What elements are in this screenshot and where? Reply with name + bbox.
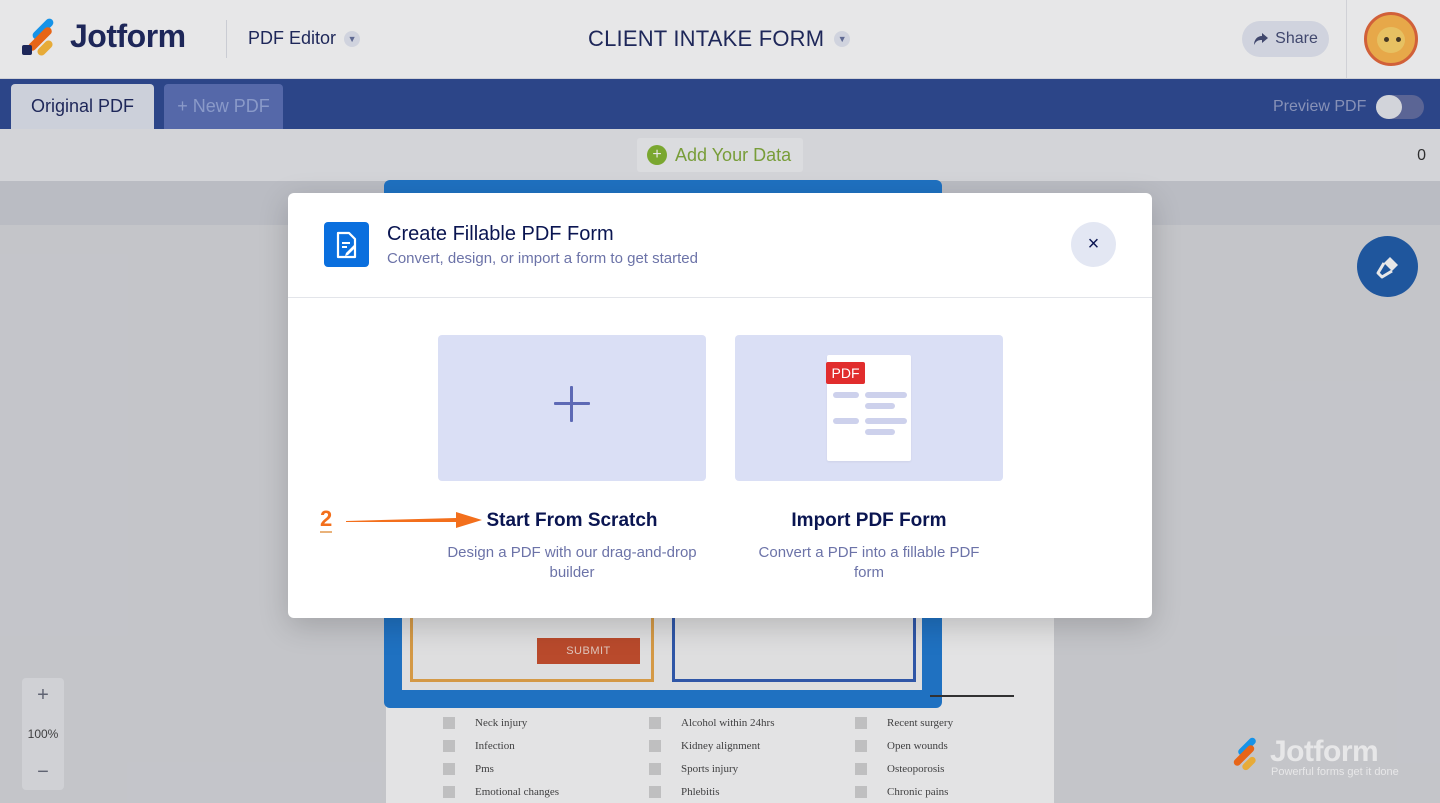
step-number-annotation: 2 xyxy=(320,506,333,533)
start-from-scratch-option[interactable]: Start From Scratch Design a PDF with our… xyxy=(438,335,706,583)
plus-icon xyxy=(554,386,590,422)
option-description: Design a PDF with our drag-and-drop buil… xyxy=(447,544,697,581)
pdf-document-icon: PDF xyxy=(826,355,911,461)
modal-title: Create Fillable PDF Form xyxy=(387,223,614,245)
close-button[interactable]: × xyxy=(1071,222,1116,267)
start-from-scratch-card[interactable] xyxy=(438,335,706,481)
pdf-badge: PDF xyxy=(826,362,865,384)
import-pdf-form-option[interactable]: PDF Import PDF Form Convert a PDF into a… xyxy=(735,335,1003,583)
create-fillable-pdf-modal: Create Fillable PDF Form Convert, design… xyxy=(288,193,1152,618)
annotation-arrow-icon xyxy=(346,512,482,528)
modal-header: Create Fillable PDF Form Convert, design… xyxy=(288,193,1152,298)
close-icon: × xyxy=(1087,233,1100,255)
option-description: Convert a PDF into a fillable PDF form xyxy=(758,544,980,581)
modal-subtitle: Convert, design, or import a form to get… xyxy=(387,250,698,267)
option-title[interactable]: Import PDF Form xyxy=(735,510,1003,532)
document-edit-icon xyxy=(324,222,369,267)
import-pdf-card[interactable]: PDF xyxy=(735,335,1003,481)
